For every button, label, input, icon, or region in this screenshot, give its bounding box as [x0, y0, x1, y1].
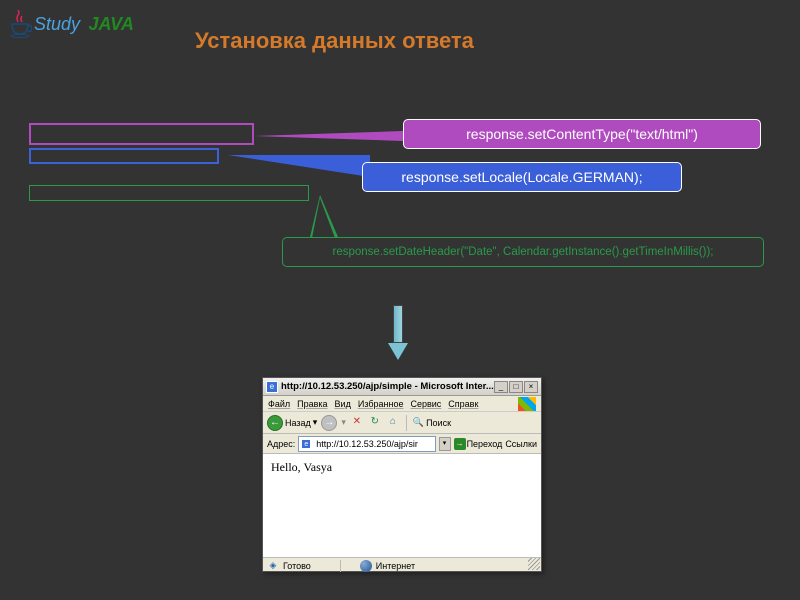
callout-locale-text: response.setLocale(Locale.GERMAN); [401, 169, 642, 185]
callout-contenttype-text: response.setContentType("text/html") [466, 126, 698, 142]
browser-content: Hello, Vasya [263, 454, 541, 557]
status-ready: Готово [283, 561, 311, 571]
address-input[interactable]: e http://10.12.53.250/ajp/sir [298, 436, 435, 452]
browser-window: e http://10.12.53.250/ajp/simple - Micro… [262, 377, 542, 572]
address-dropdown[interactable]: ▾ [439, 437, 451, 451]
menu-tools[interactable]: Сервис [410, 399, 441, 409]
status-separator [340, 560, 341, 572]
callout-dateheader: response.setDateHeader("Date", Calendar.… [282, 237, 764, 267]
window-controls: _ □ × [494, 381, 538, 393]
go-arrow-icon: → [454, 438, 466, 450]
slide-title: Установка данных ответа [195, 28, 474, 54]
browser-titlebar: e http://10.12.53.250/ajp/simple - Micro… [263, 378, 541, 396]
go-label: Переход [467, 439, 503, 449]
ie-icon: e [266, 381, 278, 393]
search-button[interactable]: 🔍 Поиск [413, 417, 451, 428]
menu-edit[interactable]: Правка [297, 399, 327, 409]
callout-dateheader-text: response.setDateHeader("Date", Calendar.… [332, 246, 713, 258]
back-arrow-icon: ← [267, 415, 283, 431]
toolbar-separator [406, 415, 407, 431]
callout-locale: response.setLocale(Locale.GERMAN); [362, 162, 682, 192]
menu-favorites[interactable]: Избранное [358, 399, 404, 409]
logo-text-java: JAVA [88, 14, 133, 35]
code-box-locale [29, 148, 219, 164]
titlebar-text: http://10.12.53.250/ajp/simple - Microso… [281, 381, 494, 392]
page-icon: e [301, 439, 311, 449]
browser-addressbar: Адрес: e http://10.12.53.250/ajp/sir ▾ →… [263, 434, 541, 454]
page-text: Hello, Vasya [271, 460, 332, 474]
search-label: Поиск [426, 418, 451, 428]
maximize-button[interactable]: □ [509, 381, 523, 393]
address-url: http://10.12.53.250/ajp/sir [316, 439, 418, 449]
browser-menubar: Файл Правка Вид Избранное Сервис Справк [263, 396, 541, 412]
browser-toolbar: ← Назад ▾ → ▾ ✕ ↻ ⌂ 🔍 Поиск [263, 412, 541, 434]
logo-text-study: Study [34, 14, 80, 35]
home-button[interactable]: ⌂ [386, 416, 400, 430]
windows-flag-icon [518, 397, 536, 411]
internet-zone-icon [360, 560, 372, 572]
callout-pointer-green-fill [312, 198, 335, 238]
callout-pointer-purple [254, 131, 403, 141]
status-zone: Интернет [376, 561, 415, 571]
callout-contenttype: response.setContentType("text/html") [403, 119, 761, 149]
resize-grip[interactable] [528, 558, 540, 570]
menu-file[interactable]: Файл [268, 399, 290, 409]
close-button[interactable]: × [524, 381, 538, 393]
back-dropdown-icon: ▾ [313, 417, 318, 428]
arrow-down [388, 305, 408, 360]
minimize-button[interactable]: _ [494, 381, 508, 393]
back-button[interactable]: ← Назад ▾ [267, 415, 317, 431]
menu-view[interactable]: Вид [335, 399, 351, 409]
java-cup-icon [8, 10, 32, 38]
browser-statusbar: ◈ Готово Интернет [263, 557, 541, 573]
menu-help[interactable]: Справк [448, 399, 478, 409]
stop-button[interactable]: ✕ [350, 416, 364, 430]
forward-button[interactable]: → [321, 415, 337, 431]
callout-pointer-blue [220, 155, 370, 177]
address-label: Адрес: [267, 439, 295, 449]
back-label: Назад [285, 418, 311, 428]
logo: Study JAVA [8, 10, 134, 38]
forward-dropdown-icon: ▾ [341, 417, 346, 428]
code-box-contenttype [29, 123, 254, 145]
refresh-button[interactable]: ↻ [368, 416, 382, 430]
code-box-dateheader [29, 185, 309, 201]
links-label[interactable]: Ссылки [505, 439, 537, 449]
go-button[interactable]: → Переход [454, 438, 503, 450]
status-done-icon: ◈ [267, 560, 279, 572]
search-icon: 🔍 [413, 417, 424, 428]
